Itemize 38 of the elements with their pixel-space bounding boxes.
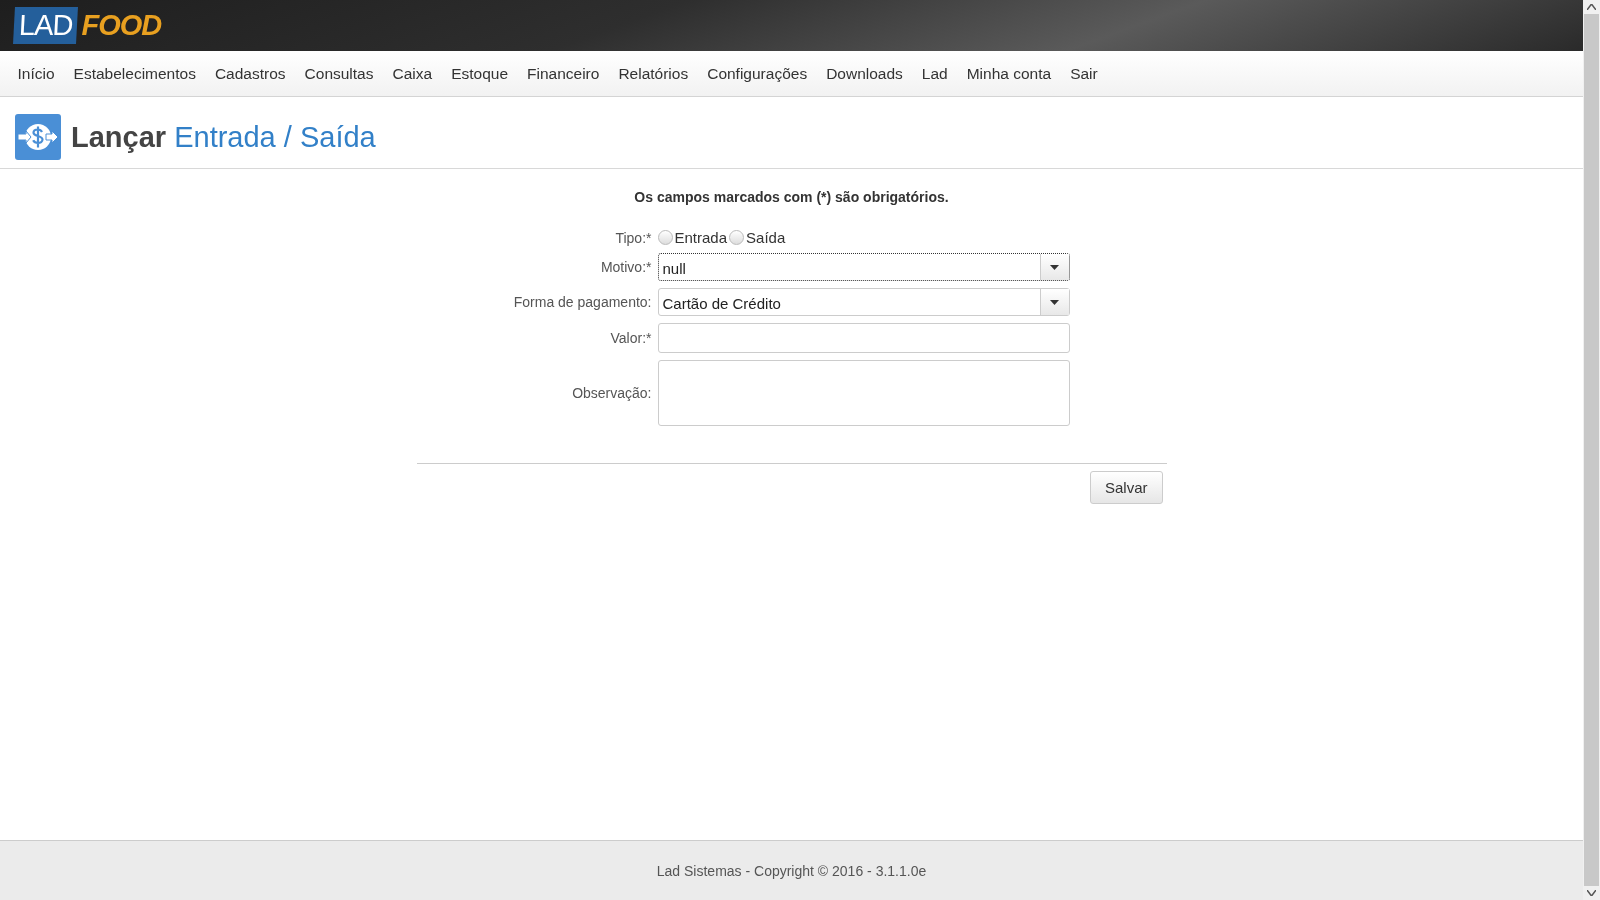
scroll-up-icon[interactable]	[1587, 4, 1596, 10]
caret-icon	[1050, 299, 1059, 305]
radio-label[interactable]: Saída	[746, 229, 786, 246]
text-area[interactable]	[657, 360, 1070, 426]
nav-link[interactable]: Financeiro	[517, 64, 609, 83]
nav-link[interactable]: Caixa	[383, 64, 442, 83]
field-label: Observação:	[571, 385, 653, 401]
field-label: Valor:*	[609, 330, 653, 346]
radio-button[interactable]	[657, 230, 673, 245]
radio-button[interactable]	[729, 230, 745, 245]
scrollbar[interactable]	[1583, 0, 1600, 900]
field-label: Forma de pagamento:	[512, 294, 653, 310]
required-fields-notice: Os campos marcados com (*) são obrigatórios.	[633, 189, 950, 205]
select-field[interactable]: null	[657, 253, 1070, 281]
nav-link[interactable]: Início	[8, 64, 65, 83]
select-field[interactable]: Cartão de Crédito	[657, 288, 1070, 316]
nav-link[interactable]: Configurações	[697, 64, 817, 83]
logo-text: FOOD	[81, 9, 162, 42]
nav-link[interactable]: Downloads	[816, 64, 913, 83]
logo-badge: LAD	[13, 7, 79, 44]
nav-link[interactable]: Consultas	[295, 64, 383, 83]
money-transfer-icon	[15, 114, 61, 160]
page-title: Lançar Entrada / Saída	[71, 120, 376, 154]
scroll-down-icon[interactable]	[1587, 890, 1596, 896]
nav-link[interactable]: Relatórios	[608, 64, 698, 83]
nav-link[interactable]: Estabelecimentos	[64, 64, 206, 83]
radio-label[interactable]: Entrada	[674, 229, 728, 246]
nav-link[interactable]: Cadastros	[205, 64, 296, 83]
nav-link[interactable]: Estoque	[441, 64, 518, 83]
field-label: Tipo:*	[614, 229, 653, 246]
caret-icon	[1050, 264, 1059, 270]
copyright-text: Lad Sistemas - Copyright © 2016 - 3.1.1.0e	[656, 862, 927, 879]
field-label: Motivo:*	[599, 259, 653, 275]
nav-link[interactable]: Minha conta	[957, 64, 1061, 83]
nav-link[interactable]: Lad	[912, 64, 958, 83]
nav-link[interactable]: Sair	[1060, 64, 1108, 83]
save-button[interactable]: Salvar	[1089, 471, 1163, 504]
input-field[interactable]	[657, 323, 1070, 353]
